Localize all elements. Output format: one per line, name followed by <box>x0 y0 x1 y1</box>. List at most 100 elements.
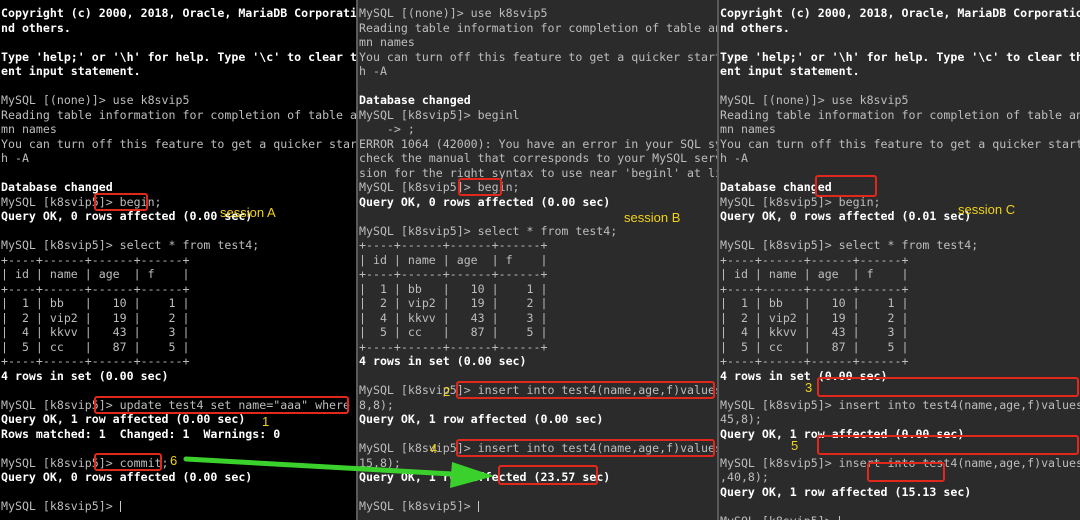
terminal-line: Database changed <box>720 180 832 194</box>
highlight-insert-a5 <box>456 439 715 457</box>
terminal-line: ERROR 1064 (42000): You have an error in… <box>359 136 717 151</box>
terminal-line: +----+------+------+------+ <box>720 281 909 296</box>
session-label: session A <box>220 205 276 220</box>
terminal-line: MySQL [k8svip5]> select * from test4; <box>359 223 618 238</box>
terminal-line: You can turn off this feature to get a q… <box>359 49 717 64</box>
terminal-line: | 1 | bb | 10 | 1 | <box>720 296 909 310</box>
highlight-begin <box>94 193 148 211</box>
highlight-begin <box>815 175 877 197</box>
terminal-line: MySQL [k8svip5]> <box>359 499 479 513</box>
terminal-line: MySQL [k8svip5]> begin; <box>1 194 162 209</box>
terminal-line: MySQL [k8svip5]> commit; <box>1 455 169 470</box>
terminal-line: MySQL [k8svip5]> <box>720 514 1080 520</box>
terminal-line: Query OK, 1 row affected (15.13 sec) <box>720 484 972 499</box>
terminal-line: 45,8); <box>720 412 762 426</box>
highlight-insert-a8 <box>456 381 715 399</box>
terminal-line: | 5 | cc | 87 | 5 | <box>1 339 190 354</box>
terminal-line: | id | name | age | f | <box>1 267 190 281</box>
terminal-output: MySQL [(none)]> use k8svip5 Reading table… <box>359 6 717 514</box>
step-number: 4 <box>430 441 438 456</box>
session-label: session B <box>624 210 681 225</box>
terminal-line: h -A <box>720 151 748 165</box>
text-cursor <box>477 501 479 512</box>
terminal-line: Reading table information for completion… <box>359 20 717 35</box>
terminal-pane-session-b[interactable]: MySQL [(none)]> use k8svip5 Reading table… <box>358 0 717 520</box>
terminal-line: mn names <box>720 122 776 136</box>
terminal-line: nd others. <box>720 20 790 35</box>
terminal-line: mn names <box>359 35 415 49</box>
terminal-line: +----+------+------+------+ <box>359 267 548 281</box>
highlight-elapsed-time <box>867 462 945 482</box>
terminal-line: 4 rows in set (0.00 sec) <box>1 368 169 383</box>
terminal-line: | 5 | cc | 87 | 5 | <box>359 325 548 339</box>
terminal-line: Copyright (c) 2000, 2018, Oracle, MariaD… <box>720 6 1080 20</box>
highlight-elapsed-time <box>498 465 598 485</box>
highlight-update <box>94 396 349 414</box>
highlight-insert-a8 <box>817 377 1079 397</box>
terminal-line: MySQL [k8svip5]> select * from test4; <box>1 238 260 252</box>
terminal-line: MySQL [(none)]> use k8svip5 <box>1 93 190 107</box>
terminal-line: mn names <box>1 122 57 136</box>
terminal-line: +----+------+------+------+ <box>1 281 190 296</box>
terminal-line: | 5 | cc | 87 | 5 | <box>720 339 909 354</box>
terminal-line: | 4 | kkvv | 43 | 3 | <box>720 325 909 339</box>
terminal-line: 8,8); <box>359 397 394 412</box>
terminal-line: ent input statement. <box>720 64 860 78</box>
terminal-line: Query OK, 0 rows affected (0.00 sec) <box>359 194 611 209</box>
terminal-line: Query OK, 1 row affected (0.00 sec) <box>359 412 604 426</box>
terminal-line: | 2 | vip2 | 19 | 2 | <box>359 296 548 310</box>
terminal-line: h -A <box>1 151 29 165</box>
terminal-output: Copyright (c) 2000, 2018, Oracle, MariaD… <box>1 6 356 514</box>
terminal-line: sion for the right syntax to use near 'b… <box>359 165 717 180</box>
terminal-line: | 4 | kkvv | 43 | 3 | <box>1 325 190 339</box>
terminal-line: Copyright (c) 2000, 2018, Oracle, MariaD… <box>1 6 356 20</box>
terminal-line: Query OK, 1 row affected (0.00 sec) <box>1 412 246 426</box>
step-number: 5 <box>791 438 799 453</box>
terminal-line: | 1 | bb | 10 | 1 | <box>1 296 190 310</box>
terminal-line: +----+------+------+------+ <box>359 339 548 354</box>
step-number: 1 <box>262 414 270 429</box>
terminal-line: | 4 | kkvv | 43 | 3 | <box>359 310 548 325</box>
highlight-commit <box>94 453 162 471</box>
terminal-line: +----+------+------+------+ <box>1 354 190 368</box>
terminal-line: MySQL [k8svip5]> beginl <box>359 107 520 122</box>
terminal-line: MySQL [(none)]> use k8svip5 <box>720 93 909 107</box>
text-cursor <box>838 515 840 520</box>
terminal-line: You can turn off this feature to get a q… <box>1 136 356 151</box>
terminal-pane-session-a[interactable]: Copyright (c) 2000, 2018, Oracle, MariaD… <box>0 0 356 520</box>
terminal-line: Rows matched: 1 Changed: 1 Warnings: 0 <box>1 426 281 441</box>
terminal-line: 4 rows in set (0.00 sec) <box>359 354 527 368</box>
terminal-line: +----+------+------+------+ <box>720 354 909 368</box>
terminal-line: You can turn off this feature to get a q… <box>720 136 1080 151</box>
session-label: session C <box>958 202 1016 217</box>
terminal-line: MySQL [k8svip5]> <box>1 499 121 513</box>
terminal-pane-session-c[interactable]: Copyright (c) 2000, 2018, Oracle, MariaD… <box>719 0 1080 520</box>
terminal-line: +----+------+------+------+ <box>720 252 909 267</box>
step-number: 2 <box>443 384 451 399</box>
terminal-line: | 1 | bb | 10 | 1 | <box>359 281 548 296</box>
terminal-line: nd others. <box>1 20 71 35</box>
step-number: 3 <box>805 380 813 395</box>
terminal-line: Type 'help;' or '\h' for help. Type '\c'… <box>720 49 1080 64</box>
text-cursor <box>119 501 121 512</box>
terminal-line: | 2 | vip2 | 19 | 2 | <box>720 310 909 325</box>
highlight-insert-a54 <box>817 435 1079 455</box>
terminal-line: Type 'help;' or '\h' for help. Type '\c'… <box>1 49 356 64</box>
terminal-line: Reading table information for completion… <box>1 107 356 122</box>
terminal-line: | 2 | vip2 | 19 | 2 | <box>1 310 190 325</box>
terminal-line: Query OK, 0 rows affected (0.00 sec) <box>1 470 253 484</box>
terminal-line: MySQL [k8svip5]> insert into test4(name,… <box>720 397 1080 412</box>
step-number: 6 <box>170 453 178 468</box>
